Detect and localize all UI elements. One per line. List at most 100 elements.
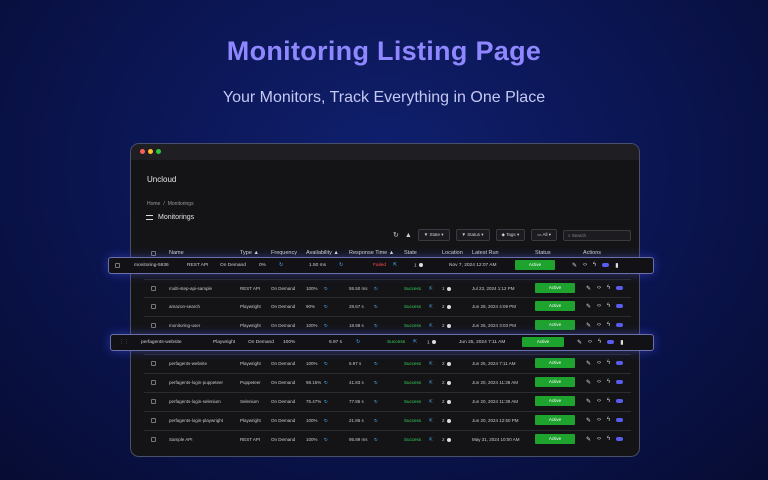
row-name[interactable]: perfagents-website: [141, 340, 182, 345]
toggle-icon[interactable]: [616, 304, 624, 308]
row-name[interactable]: perfagents-login-playwright: [169, 418, 223, 423]
row-checkbox[interactable]: [151, 437, 156, 442]
lightning-icon[interactable]: ϟ: [593, 262, 596, 269]
toggle-icon[interactable]: [607, 340, 615, 344]
code-icon[interactable]: ‹›: [597, 417, 601, 424]
col-state[interactable]: State: [404, 250, 417, 256]
code-icon[interactable]: ‹›: [597, 285, 601, 292]
pencil-icon[interactable]: ✎: [586, 379, 591, 386]
lightning-icon[interactable]: ϟ: [607, 322, 610, 329]
table-row[interactable]: multi-step-api-sample REST API On Demand 10…: [144, 279, 631, 298]
pencil-icon[interactable]: ✎: [586, 285, 591, 292]
table-row[interactable]: perfagents-website Playwright On Demand 100…: [144, 354, 631, 373]
toggle-icon[interactable]: [602, 263, 610, 267]
drag-handle-icon[interactable]: ⋮⋮: [119, 340, 129, 345]
row-name[interactable]: multi-step-api-sample: [169, 286, 212, 291]
featured-row-success[interactable]: ⋮⋮ perfagents-website Playwright On Dema…: [110, 334, 654, 351]
col-status[interactable]: Status: [535, 250, 551, 256]
maximize-dot-icon[interactable]: [156, 149, 161, 154]
trash-icon[interactable]: ▮: [615, 262, 618, 269]
row-checkbox[interactable]: [115, 263, 120, 268]
history-icon[interactable]: ↻: [324, 437, 328, 443]
status-active-button[interactable]: Active: [535, 358, 575, 368]
history-icon[interactable]: ↻: [356, 340, 360, 345]
history-icon[interactable]: ↻: [324, 380, 328, 386]
table-row[interactable]: perfagents-login-playwright Playwright On …: [144, 411, 631, 430]
history-icon[interactable]: ↻: [374, 286, 378, 292]
code-icon[interactable]: ‹›: [583, 262, 587, 269]
table-row[interactable]: monitoring-user Playwright On Demand 100% ↻ 1…: [144, 316, 631, 335]
table-row[interactable]: amazon-search Playwright On Demand 90% ↻ 28.6…: [144, 297, 631, 316]
lightning-icon[interactable]: ϟ: [607, 303, 610, 310]
table-row[interactable]: Sample API REST API On Demand 100% ↻ 95.89 ms…: [144, 430, 631, 449]
status-active-button[interactable]: Active: [535, 415, 575, 425]
status-active-button[interactable]: Active: [535, 320, 575, 330]
pencil-icon[interactable]: ✎: [586, 360, 591, 367]
row-name[interactable]: perfagents-website: [169, 361, 207, 366]
row-checkbox[interactable]: [151, 304, 156, 309]
select-all-checkbox[interactable]: [151, 251, 156, 256]
external-link-icon[interactable]: ⇱: [429, 323, 433, 329]
col-location[interactable]: Location: [442, 250, 463, 256]
col-frequency[interactable]: Frequency: [271, 250, 297, 256]
toggle-icon[interactable]: [616, 380, 624, 384]
history-icon[interactable]: ↻: [339, 263, 343, 268]
row-name[interactable]: monitoring-user: [169, 323, 200, 328]
external-link-icon[interactable]: ⇱: [429, 437, 433, 443]
col-latest-run[interactable]: Latest Run: [472, 250, 499, 256]
history-icon[interactable]: ↻: [324, 399, 328, 405]
history-icon[interactable]: ↻: [374, 399, 378, 405]
toggle-icon[interactable]: [616, 323, 624, 327]
lightning-icon[interactable]: ϟ: [607, 436, 610, 443]
lightning-icon[interactable]: ϟ: [607, 379, 610, 386]
pencil-icon[interactable]: ✎: [586, 417, 591, 424]
external-link-icon[interactable]: ⇱: [429, 361, 433, 367]
row-checkbox[interactable]: [151, 323, 156, 328]
code-icon[interactable]: ‹›: [597, 379, 601, 386]
history-icon[interactable]: ↻: [324, 304, 328, 310]
status-active-button[interactable]: Active: [515, 260, 555, 270]
history-icon[interactable]: ↻: [374, 437, 378, 443]
pencil-icon[interactable]: ✎: [586, 436, 591, 443]
table-row[interactable]: perfagents-login-puppeteer Puppeteer On De…: [144, 373, 631, 392]
lightning-icon[interactable]: ϟ: [607, 417, 610, 424]
pencil-icon[interactable]: ✎: [577, 339, 582, 346]
lightning-icon[interactable]: ϟ: [607, 398, 610, 405]
code-icon[interactable]: ‹›: [597, 436, 601, 443]
history-icon[interactable]: ↻: [324, 323, 328, 329]
external-link-icon[interactable]: ⇱: [393, 263, 397, 268]
history-icon[interactable]: ↻: [374, 323, 378, 329]
history-icon[interactable]: ↻: [324, 418, 328, 424]
row-name[interactable]: monitoring-5936: [134, 263, 169, 268]
status-active-button[interactable]: Active: [535, 396, 575, 406]
external-link-icon[interactable]: ⇱: [429, 380, 433, 386]
lightning-icon[interactable]: ϟ: [607, 285, 610, 292]
history-icon[interactable]: ↻: [324, 286, 328, 292]
external-link-icon[interactable]: ⇱: [413, 340, 417, 345]
external-link-icon[interactable]: ⇱: [429, 304, 433, 310]
row-name[interactable]: Sample API: [169, 437, 193, 442]
status-active-button[interactable]: Active: [535, 434, 575, 444]
tags-filter-button[interactable]: ◆ Tags ▾: [495, 229, 526, 241]
status-active-button[interactable]: Active: [535, 283, 575, 293]
close-dot-icon[interactable]: [140, 149, 145, 154]
history-icon[interactable]: ↻: [374, 418, 378, 424]
col-name[interactable]: Name: [169, 250, 184, 256]
code-icon[interactable]: ‹›: [597, 398, 601, 405]
status-active-button[interactable]: Active: [535, 301, 575, 311]
clear-filter-icon[interactable]: ▲: [405, 232, 412, 239]
row-checkbox[interactable]: [151, 380, 156, 385]
status-active-button[interactable]: Active: [535, 377, 575, 387]
code-icon[interactable]: ‹›: [597, 360, 601, 367]
pencil-icon[interactable]: ✎: [586, 322, 591, 329]
toggle-icon[interactable]: [616, 418, 624, 422]
code-icon[interactable]: ‹›: [588, 339, 592, 346]
history-icon[interactable]: ↻: [374, 361, 378, 367]
table-row[interactable]: perfagents-login-selenium Selenium On Dema…: [144, 392, 631, 411]
trash-icon[interactable]: ▮: [620, 339, 623, 346]
row-name[interactable]: amazon-search: [169, 304, 200, 309]
minimize-dot-icon[interactable]: [148, 149, 153, 154]
code-icon[interactable]: ‹›: [597, 322, 601, 329]
toggle-icon[interactable]: [616, 361, 624, 365]
refresh-icon[interactable]: ↻: [393, 231, 399, 239]
